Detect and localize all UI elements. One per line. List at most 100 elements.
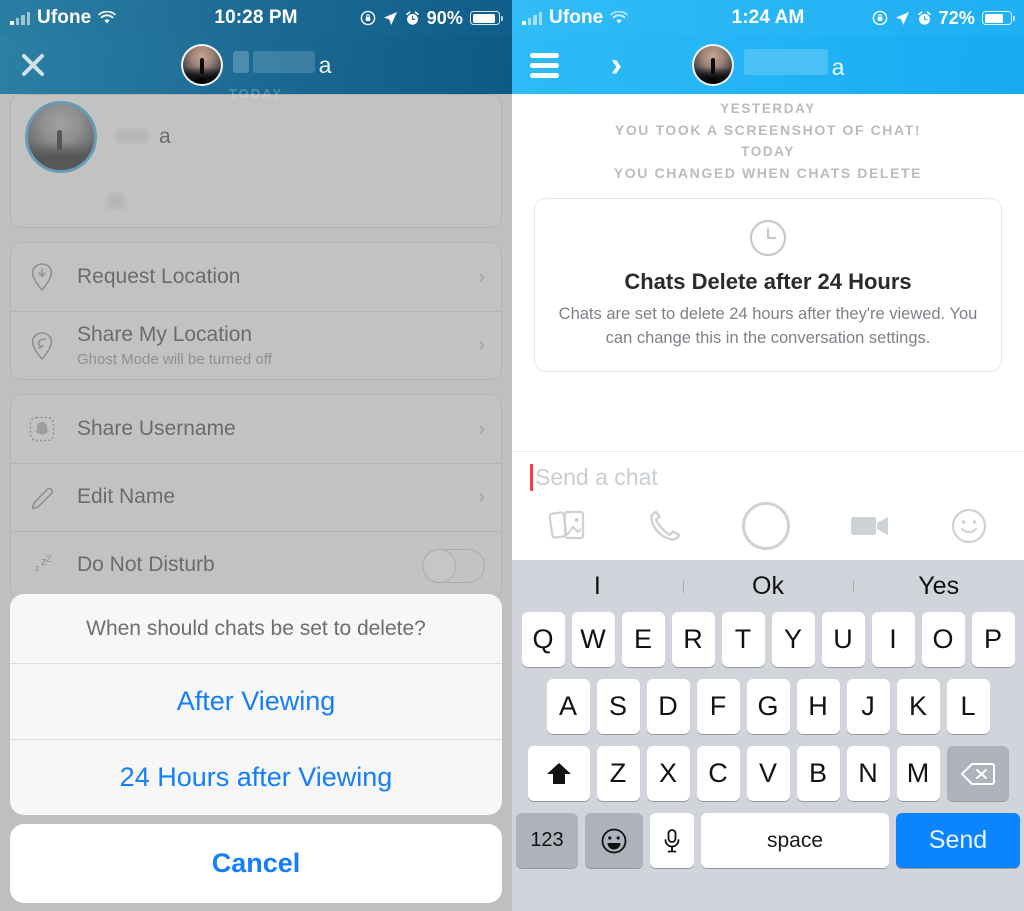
redacted-name-part	[252, 51, 315, 73]
key-x[interactable]: X	[646, 746, 690, 801]
space-key[interactable]: space	[701, 813, 889, 868]
key-j[interactable]: J	[846, 679, 890, 734]
profile-username-redacted	[107, 193, 501, 213]
sidebar-item-edit-name[interactable]: Edit Name ›	[11, 463, 501, 531]
battery-icon	[982, 11, 1015, 25]
row-text: Request Location	[77, 265, 458, 289]
chevron-right-icon: ›	[478, 417, 485, 440]
action-option-after-viewing[interactable]: After Viewing	[10, 664, 502, 739]
dual-screenshot: Ufone 10:28 PM 90% a TODAY a Request Loc…	[0, 0, 1024, 911]
key-z[interactable]: Z	[596, 746, 640, 801]
profile-row[interactable]: a	[11, 95, 501, 179]
shift-key[interactable]	[527, 746, 590, 801]
key-b[interactable]: B	[796, 746, 840, 801]
prediction-2[interactable]: Ok	[682, 572, 854, 601]
name-tail: a	[318, 52, 332, 78]
row-title: Edit Name	[77, 485, 176, 509]
name-tail: a	[831, 54, 845, 80]
emoji-keyboard-key[interactable]	[585, 813, 643, 868]
key-f[interactable]: F	[696, 679, 740, 734]
chat-input-placeholder: Send a chat	[535, 463, 658, 490]
key-i[interactable]: I	[871, 612, 915, 667]
request-location-icon	[27, 262, 57, 292]
key-h[interactable]: H	[796, 679, 840, 734]
system-line-screenshot: YOU TOOK A SCREENSHOT OF CHAT!	[614, 122, 922, 138]
key-k[interactable]: K	[896, 679, 940, 734]
text-caret	[530, 463, 533, 491]
svg-text:z: z	[35, 563, 40, 573]
sleep-icon: z Z z	[27, 553, 57, 579]
sidebar-item-share-username[interactable]: Share Username ›	[11, 395, 501, 463]
avatar	[180, 44, 223, 86]
action-option-24-hours-after-viewing[interactable]: 24 Hours after Viewing	[10, 739, 502, 815]
stickers-icon[interactable]	[548, 507, 588, 545]
key-u[interactable]: U	[821, 612, 865, 667]
key-l[interactable]: L	[946, 679, 990, 734]
sidebar-item-request-location[interactable]: Request Location ›	[11, 243, 501, 311]
friend-name: a	[232, 51, 332, 79]
location-arrow-icon	[383, 11, 397, 25]
dictation-key[interactable]	[650, 813, 694, 868]
key-y[interactable]: Y	[771, 612, 815, 667]
forward-button[interactable]: ›	[576, 48, 622, 82]
keyboard-row-3: Z X C V B N M	[512, 746, 1024, 801]
key-r[interactable]: R	[671, 612, 715, 667]
key-o[interactable]: O	[921, 612, 965, 667]
delete-key[interactable]	[946, 746, 1009, 801]
camera-capture-icon[interactable]	[742, 502, 790, 550]
status-left-group: Ufone	[10, 7, 117, 29]
redacted-name-part	[115, 129, 149, 143]
key-w[interactable]: W	[571, 612, 615, 667]
key-s[interactable]: S	[596, 679, 640, 734]
redacted-name-part	[743, 49, 828, 75]
menu-button[interactable]	[530, 52, 576, 78]
emoji-face-icon[interactable]	[950, 507, 988, 545]
profile-card[interactable]: a	[10, 94, 502, 228]
carrier-label: Ufone	[37, 7, 92, 28]
notice-title: Chats Delete after 24 Hours	[624, 269, 912, 294]
video-camera-icon[interactable]	[849, 511, 891, 541]
row-text: Edit Name	[77, 485, 458, 509]
key-m[interactable]: M	[896, 746, 940, 801]
row-subtitle: Ghost Mode will be turned off	[77, 350, 272, 368]
action-sheet-group: When should chats be set to delete? Afte…	[10, 594, 502, 815]
keyboard-row-1: Q W E R T Y U I O P	[512, 612, 1024, 667]
chat-input-row[interactable]: Send a chat	[512, 452, 1024, 502]
sidebar-item-share-my-location[interactable]: Share My Location Ghost Mode will be tur…	[11, 311, 501, 379]
key-g[interactable]: G	[746, 679, 790, 734]
cancel-button[interactable]: Cancel	[10, 824, 502, 903]
wifi-icon	[610, 11, 629, 24]
prediction-3[interactable]: Yes	[853, 572, 1024, 601]
key-d[interactable]: D	[646, 679, 690, 734]
status-right-group: 72%	[872, 8, 1015, 29]
clock-icon	[551, 217, 985, 259]
prediction-1[interactable]: I	[512, 572, 683, 601]
numbers-key[interactable]: 123	[516, 813, 578, 868]
alarm-icon	[405, 10, 419, 25]
battery-percent: 90%	[426, 7, 463, 28]
send-key[interactable]: Send	[896, 813, 1020, 868]
key-p[interactable]: P	[971, 612, 1015, 667]
shift-arrow-icon	[546, 762, 571, 784]
key-e[interactable]: E	[621, 612, 665, 667]
key-v[interactable]: V	[746, 746, 790, 801]
location-arrow-icon	[895, 11, 909, 25]
chevron-right-icon: ›	[478, 334, 485, 356]
key-c[interactable]: C	[696, 746, 740, 801]
composer-icon-row	[512, 502, 1024, 560]
emoji-keyboard-icon	[601, 828, 627, 853]
system-line-yesterday: YESTERDAY	[720, 101, 816, 116]
key-n[interactable]: N	[846, 746, 890, 801]
key-q[interactable]: Q	[521, 612, 565, 667]
carrier-label: Ufone	[549, 7, 604, 28]
key-t[interactable]: T	[721, 612, 765, 667]
profile-avatar[interactable]	[25, 101, 97, 173]
do-not-disturb-toggle[interactable]	[422, 548, 485, 583]
phone-icon[interactable]	[647, 508, 683, 544]
key-a[interactable]: A	[546, 679, 590, 734]
nav-bar-right: a ›	[512, 36, 1024, 94]
share-location-icon	[27, 331, 57, 361]
close-button[interactable]	[18, 50, 64, 80]
chevron-right-icon: ›	[478, 486, 485, 508]
sidebar-item-do-not-disturb[interactable]: z Z z Do Not Disturb	[11, 531, 501, 599]
